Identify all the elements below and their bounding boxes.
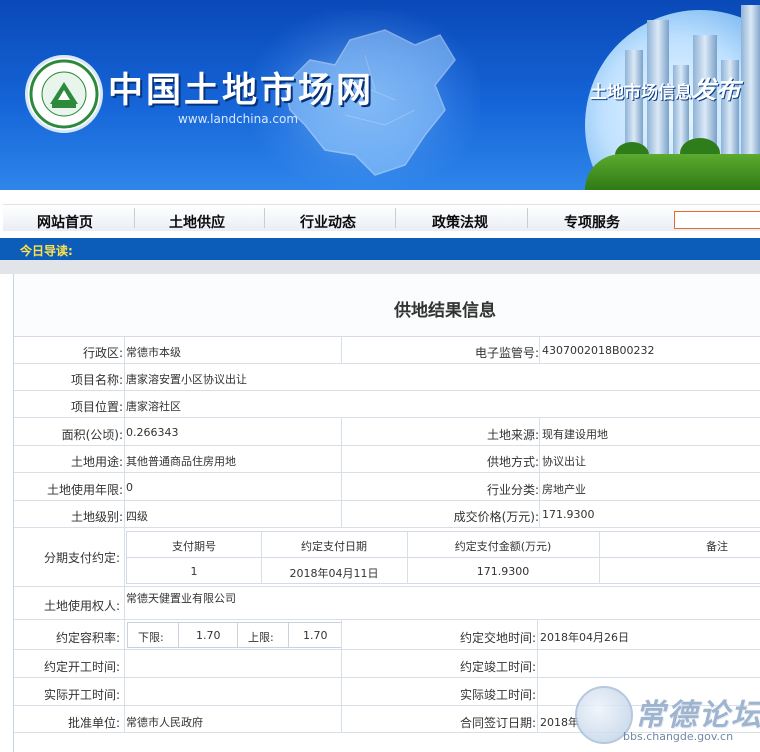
start-actual-label: 实际开工时间:: [43, 688, 120, 702]
supervision-no-value: 4307002018B00232: [542, 344, 655, 357]
approver-value: 常德市人民政府: [126, 716, 203, 729]
row-floor-area-ratio: 约定容积率: 下限: 1.70 上限: 1.70 约定交地时间: 2018年04…: [14, 620, 760, 650]
installment-cell-no: 1: [190, 565, 198, 578]
land-user-value: 常德天健置业有限公司: [126, 592, 236, 605]
installment-cell-date: 2018年04月11日: [289, 567, 379, 580]
installment-table: 支付期号 约定支付日期 约定支付金额(万元) 备注 1 2018年04月11日 …: [126, 531, 760, 584]
district-label: 行政区:: [82, 346, 123, 360]
row-land-grade: 土地级别: 四级 成交价格(万元): 171.9300: [14, 501, 760, 528]
land-source-value: 现有建设用地: [542, 428, 608, 441]
row-area: 面积(公顷): 0.266343 土地来源: 现有建设用地: [14, 418, 760, 446]
row-project-location: 项目位置: 唐家溶社区: [14, 391, 760, 418]
supply-method-label: 供地方式:: [486, 455, 539, 469]
start-plan-label: 约定开工时间:: [43, 660, 120, 674]
industry-label: 行业分类:: [486, 483, 539, 497]
supply-method-value: 协议出让: [542, 455, 586, 468]
land-use-label: 土地用途:: [70, 455, 123, 469]
nav-item-home[interactable]: 网站首页: [37, 212, 93, 232]
today-guide-bar: 今日导读:: [0, 238, 760, 260]
project-name-label: 项目名称:: [70, 373, 123, 387]
row-land-use: 土地用途: 其他普通商品住房用地 供地方式: 协议出让: [14, 446, 760, 473]
page-title: 供地结果信息: [394, 301, 496, 321]
row-project-name: 项目名称: 唐家溶安置小区协议出让: [14, 364, 760, 391]
contract-date-label: 合同签订日期:: [459, 716, 536, 730]
nav-item-policy[interactable]: 政策法规: [432, 212, 488, 232]
finish-actual-label: 实际竣工时间:: [459, 688, 536, 702]
watermark-title: 常德论坛: [635, 698, 760, 733]
land-source-label: 土地来源:: [486, 428, 539, 442]
finish-plan-label: 约定竣工时间:: [459, 660, 536, 674]
installment-header-date: 约定支付日期: [301, 540, 367, 553]
supervision-no-label: 电子监管号:: [474, 346, 539, 360]
watermark-url: bbs.changde.gov.cn: [623, 730, 734, 743]
land-user-label: 土地使用权人:: [43, 599, 120, 613]
row-planned-dates: 约定开工时间: 约定竣工时间:: [14, 650, 760, 678]
far-lower-label-cell: 下限:: [127, 622, 179, 648]
area-label: 面积(公顷):: [61, 428, 123, 442]
land-grade-label: 土地级别:: [70, 510, 123, 524]
use-term-label: 土地使用年限:: [46, 483, 123, 497]
site-url: www.landchina.com: [178, 112, 299, 126]
land-grade-value: 四级: [126, 510, 148, 523]
far-lower-value-cell: 1.70: [178, 622, 238, 648]
industry-value: 房地产业: [542, 483, 586, 496]
search-input[interactable]: [674, 211, 760, 229]
row-land-user: 土地使用权人: 常德天健置业有限公司: [14, 587, 760, 620]
handover-value: 2018年04月26日: [540, 631, 629, 644]
nav-item-special-services[interactable]: 专项服务: [564, 212, 620, 232]
area-value: 0.266343: [126, 426, 179, 439]
forum-watermark: 常德论坛 bbs.changde.gov.cn: [575, 680, 760, 752]
row-use-term: 土地使用年限: 0 行业分类: 房地产业: [14, 473, 760, 501]
banner-slogan: 土地市场信息发布: [590, 76, 740, 104]
project-location-value: 唐家溶社区: [126, 400, 181, 413]
far-label: 约定容积率:: [55, 631, 120, 645]
nav-item-land-supply[interactable]: 土地供应: [169, 212, 225, 232]
project-name-value: 唐家溶安置小区协议出让: [126, 373, 247, 386]
installment-header-amount: 约定支付金额(万元): [454, 540, 552, 553]
use-term-value: 0: [126, 481, 133, 494]
main-nav: 网站首页 土地供应 行业动态 政策法规 专项服务: [0, 190, 760, 238]
landchina-logo[interactable]: [25, 55, 103, 133]
far-upper-label-cell: 上限:: [237, 622, 289, 648]
nav-item-industry-news[interactable]: 行业动态: [300, 212, 356, 232]
row-district: 行政区: 常德市本级 电子监管号: 4307002018B00232: [14, 336, 760, 364]
installment-header-no: 支付期号: [172, 540, 216, 553]
far-upper-value-cell: 1.70: [288, 622, 342, 648]
contract-date-value: 2018年: [540, 716, 579, 729]
installment-label: 分期支付约定:: [43, 551, 120, 565]
installment-cell-amount: 171.9300: [476, 565, 530, 578]
deal-price-label: 成交价格(万元):: [453, 510, 539, 524]
site-title: 中国土地市场网: [108, 70, 375, 111]
row-installments: 分期支付约定: 支付期号 约定支付日期 约定支付金额(万元) 备注 1 2018…: [14, 528, 760, 587]
approver-label: 批准单位:: [67, 716, 120, 730]
panel-header: 供地结果信息: [14, 274, 760, 337]
installment-header-note: 备注: [706, 540, 728, 553]
project-location-label: 项目位置:: [70, 400, 123, 414]
handover-label: 约定交地时间:: [459, 631, 536, 645]
far-range: 下限: 1.70 上限: 1.70: [127, 622, 342, 648]
site-banner: 中国土地市场网 www.landchina.com 土地市场信息发布: [0, 0, 760, 190]
land-use-value: 其他普通商品住房用地: [126, 455, 236, 468]
today-guide-label: 今日导读:: [20, 244, 73, 258]
district-value: 常德市本级: [126, 346, 181, 359]
deal-price-value: 171.9300: [542, 508, 595, 521]
divider-strip: [0, 260, 760, 274]
